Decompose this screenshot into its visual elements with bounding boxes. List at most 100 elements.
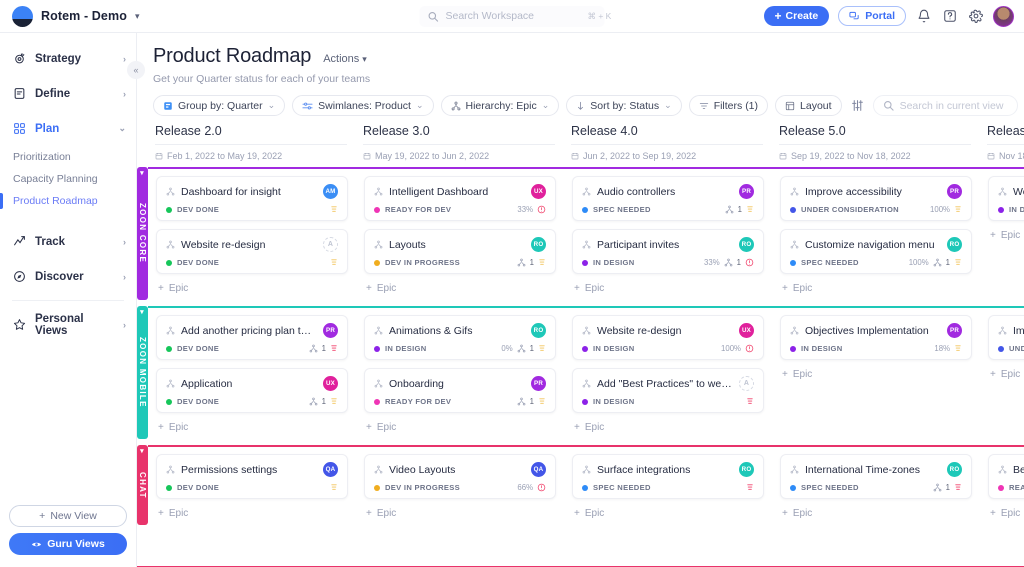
epic-card[interactable]: Audio controllersPRSPEC NEEDED1 — [572, 176, 764, 221]
chevron-down-icon[interactable]: ▾ — [140, 308, 145, 316]
epic-card[interactable]: Dashboard for insightAMDEV DONE — [156, 176, 348, 221]
status-dot — [374, 485, 380, 491]
epic-icon — [790, 240, 799, 249]
add-epic-button[interactable]: +Epic — [156, 282, 348, 294]
add-epic-button[interactable]: +Epic — [780, 368, 972, 380]
epic-card[interactable]: Surface integrationsROSPEC NEEDED — [572, 454, 764, 499]
swimlane-tab[interactable]: ▾CHAT — [137, 445, 148, 525]
view-search-input[interactable] — [900, 100, 1008, 112]
sidebar-item-define[interactable]: Define › — [0, 76, 136, 111]
sidebar-item-product-roadmap[interactable]: Product Roadmap — [0, 190, 136, 212]
sort-by-filter[interactable]: Sort by: Status ⌄ — [566, 95, 681, 116]
sidebar-collapse-button[interactable]: « — [127, 61, 145, 79]
new-view-button[interactable]: + New View — [9, 505, 127, 527]
add-epic-button[interactable]: +Epic — [156, 507, 348, 519]
sidebar-item-prioritization[interactable]: Prioritization — [0, 146, 136, 168]
layout-button[interactable]: Layout — [775, 95, 842, 116]
chevron-down-icon[interactable]: ▾ — [135, 11, 140, 22]
filters-button[interactable]: Filters (1) — [689, 95, 768, 116]
global-search[interactable]: ⌘ + K — [420, 6, 605, 27]
epic-card[interactable]: LayoutsRODEV IN PROGRESS1 — [364, 229, 556, 274]
sidebar-item-discover[interactable]: Discover › — [0, 259, 136, 294]
assignee-avatar[interactable]: RO — [739, 462, 754, 477]
chevron-down-icon[interactable]: ▾ — [140, 447, 145, 455]
unassigned-avatar[interactable]: A — [739, 376, 754, 391]
assignee-avatar[interactable]: PR — [947, 184, 962, 199]
assignee-avatar[interactable]: RO — [947, 237, 962, 252]
add-epic-button[interactable]: +Epic — [364, 282, 556, 294]
card-meta: 18% — [934, 344, 962, 353]
sidebar-item-personal-views[interactable]: Personal Views › — [0, 307, 136, 342]
assignee-avatar[interactable]: RO — [531, 323, 546, 338]
sliders-icon[interactable] — [849, 97, 866, 114]
swimlane-tab[interactable]: ▾ZOON CORE — [137, 167, 148, 300]
assignee-avatar[interactable]: QA — [323, 462, 338, 477]
epic-card[interactable]: Website re-designADEV DONE — [156, 229, 348, 274]
epic-card[interactable]: Intelligent DashboardUXREADY FOR DEV33% — [364, 176, 556, 221]
add-epic-button[interactable]: +Epic — [780, 282, 972, 294]
alert-icon — [745, 344, 754, 353]
swimlane-tab[interactable]: ▾ZOON MOBILE — [137, 306, 148, 439]
epic-card[interactable]: Add "Best Practices" to websiteAIN DESIG… — [572, 368, 764, 413]
add-epic-button[interactable]: +Epic — [988, 507, 1024, 519]
add-epic-button[interactable]: +Epic — [572, 421, 764, 433]
add-epic-button[interactable]: +Epic — [780, 507, 972, 519]
epic-card[interactable]: International Time-zonesROSPEC NEEDED1 — [780, 454, 972, 499]
epic-card[interactable]: Permissions settingsQADEV DONE — [156, 454, 348, 499]
epic-card[interactable]: Animations & GifsROIN DESIGN0%1 — [364, 315, 556, 360]
add-epic-button[interactable]: +Epic — [572, 507, 764, 519]
epic-card[interactable]: Improve accessibilityPRUNDER CONSIDERATI… — [988, 315, 1024, 360]
epic-card[interactable]: Customize navigation menuROSPEC NEEDED10… — [780, 229, 972, 274]
guru-views-button[interactable]: Guru Views — [9, 533, 127, 555]
epic-card[interactable]: Participant invitesROIN DESIGN33%1 — [572, 229, 764, 274]
sidebar-item-track[interactable]: Track › — [0, 224, 136, 259]
add-epic-button[interactable]: +Epic — [364, 507, 556, 519]
sidebar-item-strategy[interactable]: Strategy › — [0, 41, 136, 76]
epic-card[interactable]: Improve accessibilityPRUNDER CONSIDERATI… — [780, 176, 972, 221]
epic-card[interactable]: Website re-designUXIN DESIGN100% — [572, 315, 764, 360]
search-input[interactable] — [446, 10, 581, 22]
workspace-switcher[interactable]: Rotem - Demo ▾ — [0, 6, 230, 27]
assignee-avatar[interactable]: PR — [323, 323, 338, 338]
epic-card[interactable]: Video LayoutsQADEV IN PROGRESS66% — [364, 454, 556, 499]
epic-card[interactable]: OnboardingPRREADY FOR DEV1 — [364, 368, 556, 413]
assignee-avatar[interactable]: UX — [531, 184, 546, 199]
group-by-filter[interactable]: Group by: Quarter ⌄ — [153, 95, 285, 116]
add-epic-button[interactable]: +Epic — [156, 421, 348, 433]
assignee-avatar[interactable]: UX — [739, 323, 754, 338]
assignee-avatar[interactable]: RO — [739, 237, 754, 252]
add-epic-button[interactable]: +Epic — [364, 421, 556, 433]
assignee-avatar[interactable]: PR — [947, 323, 962, 338]
hierarchy-filter[interactable]: Hierarchy: Epic ⌄ — [441, 95, 560, 116]
user-avatar[interactable] — [993, 6, 1014, 27]
chevron-down-icon[interactable]: ▾ — [140, 169, 145, 177]
assignee-avatar[interactable]: RO — [947, 462, 962, 477]
epic-card[interactable]: Beta launchAREADY FOR DEV — [988, 454, 1024, 499]
sidebar-item-plan[interactable]: Plan ⌄ — [0, 111, 136, 146]
epic-card[interactable]: ApplicationUXDEV DONE1 — [156, 368, 348, 413]
unassigned-avatar[interactable]: A — [323, 237, 338, 252]
assignee-avatar[interactable]: AM — [323, 184, 338, 199]
swimlanes-filter[interactable]: Swimlanes: Product ⌄ — [292, 95, 433, 116]
add-epic-button[interactable]: +Epic — [988, 229, 1024, 241]
actions-dropdown[interactable]: Actions ▾ — [323, 53, 367, 65]
portal-button[interactable]: Portal — [838, 6, 906, 26]
assignee-avatar[interactable]: UX — [323, 376, 338, 391]
add-epic-button[interactable]: +Epic — [572, 282, 764, 294]
priority-icon — [954, 483, 962, 492]
epic-card[interactable]: Add another pricing plan to pagePRDEV DO… — [156, 315, 348, 360]
add-epic-button[interactable]: +Epic — [988, 368, 1024, 380]
sidebar-item-capacity-planning[interactable]: Capacity Planning — [0, 168, 136, 190]
assignee-avatar[interactable]: PR — [531, 376, 546, 391]
assignee-avatar[interactable]: PR — [739, 184, 754, 199]
assignee-avatar[interactable]: RO — [531, 237, 546, 252]
create-button[interactable]: + Create — [764, 6, 830, 26]
epic-card[interactable]: Website re-designUXIN DESIGN — [988, 176, 1024, 221]
view-search[interactable] — [873, 95, 1018, 116]
roadmap-board[interactable]: Release 2.0Feb 1, 2022 to May 19, 2022Re… — [137, 124, 1024, 567]
help-icon[interactable] — [941, 8, 958, 25]
gear-icon[interactable] — [967, 8, 984, 25]
assignee-avatar[interactable]: QA — [531, 462, 546, 477]
bell-icon[interactable] — [915, 8, 932, 25]
epic-card[interactable]: Objectives ImplementationPRIN DESIGN18% — [780, 315, 972, 360]
